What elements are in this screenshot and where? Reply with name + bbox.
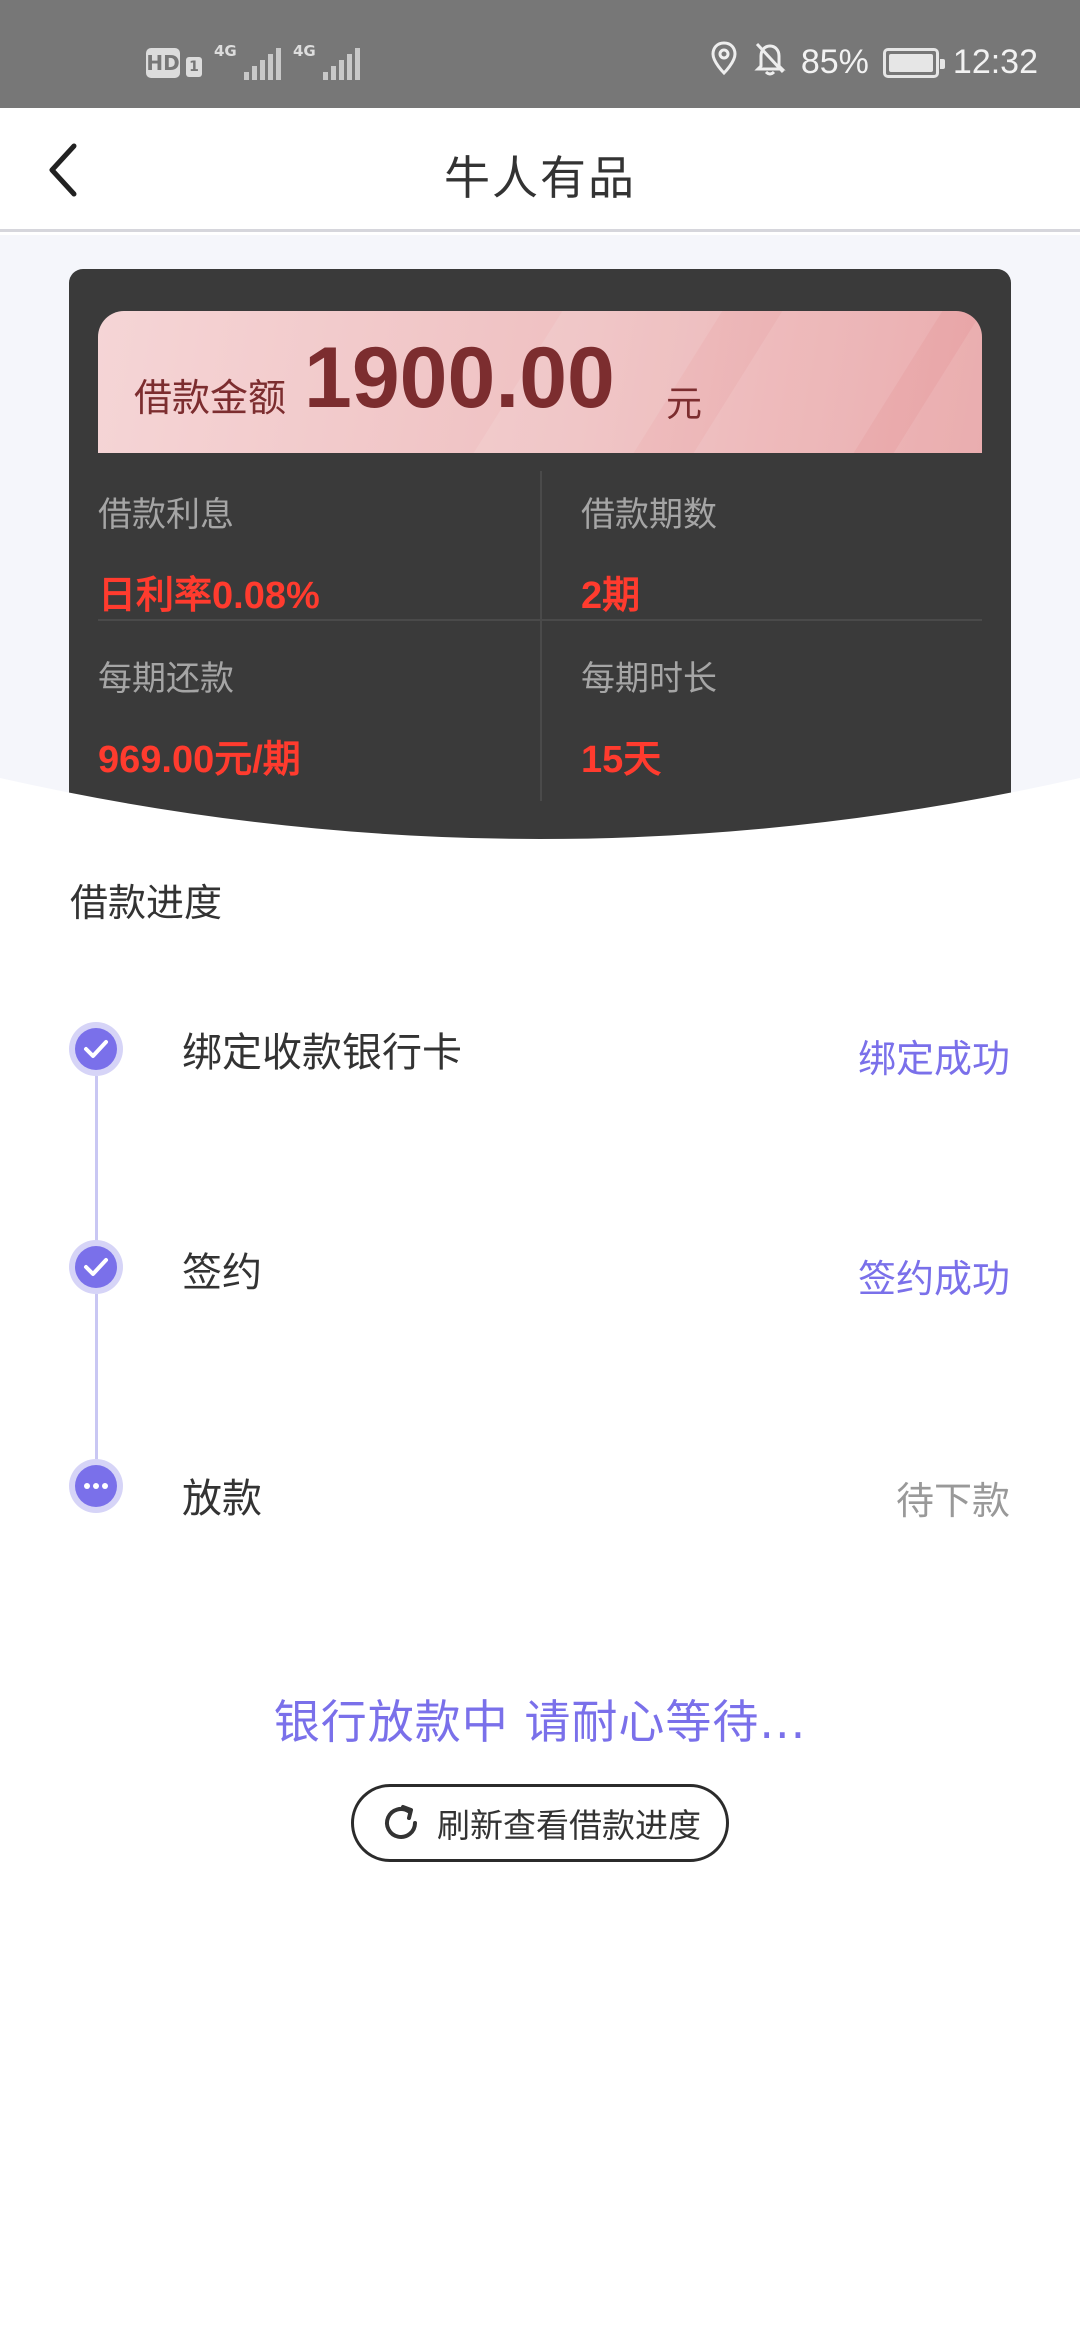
status-bar: HD 1 4G 4G 85% 12:32 <box>0 0 1080 108</box>
signal-2-icon: 4G <box>293 42 360 80</box>
check-icon <box>84 1258 108 1276</box>
periods-value: 2期 <box>581 575 641 617</box>
refresh-icon <box>385 1805 417 1839</box>
step-title-sign: 签约 <box>182 1250 262 1296</box>
sim-1-badge: 1 <box>186 57 202 77</box>
battery-percent: 85% <box>800 43 869 81</box>
refresh-progress-button[interactable]: 刷新查看借款进度 <box>351 1784 729 1862</box>
step-title-bind-card: 绑定收款银行卡 <box>182 1030 462 1076</box>
step-status-disburse: 待下款 <box>895 1479 1010 1523</box>
amount-unit: 元 <box>666 384 703 425</box>
duration-label: 每期时长 <box>581 659 717 699</box>
periods-label: 借款期数 <box>581 495 717 535</box>
network-type-2: 4G <box>293 42 316 60</box>
card-divider-vertical <box>540 471 542 801</box>
step-status-sign: 签约成功 <box>857 1257 1010 1301</box>
step-done-indicator <box>69 1022 123 1076</box>
battery-icon <box>882 47 945 78</box>
network-type-1: 4G <box>214 42 237 60</box>
card-divider-horizontal <box>98 619 982 621</box>
step-status-bind-card: 绑定成功 <box>857 1037 1010 1081</box>
location-icon <box>709 40 739 85</box>
refresh-button-label: 刷新查看借款进度 <box>437 1806 701 1845</box>
timeline-connector <box>95 1294 98 1484</box>
amount-banner: 借款金额 1900.00 元 <box>98 311 982 453</box>
step-pending-indicator <box>69 1459 123 1513</box>
waiting-message: 银行放款中 请耐心等待... <box>273 1695 807 1749</box>
periods-cell: 借款期数 2期 <box>581 487 717 619</box>
progress-title: 借款进度 <box>70 881 223 925</box>
status-right: 85% 12:32 <box>709 40 1038 85</box>
hd-badge: HD <box>146 48 180 78</box>
amount-value: 1900.00 <box>304 330 615 426</box>
repay-label: 每期还款 <box>98 659 234 699</box>
step-title-disburse: 放款 <box>182 1476 262 1522</box>
interest-cell: 借款利息 日利率0.08% <box>98 487 320 619</box>
mute-bell-icon <box>753 40 787 85</box>
page-title: 牛人有品 <box>444 151 636 205</box>
step-done-indicator <box>69 1240 123 1294</box>
clock: 12:32 <box>952 43 1038 81</box>
signal-1-icon: 4G <box>214 42 281 80</box>
nav-bar: 牛人有品 <box>0 108 1080 232</box>
check-icon <box>84 1040 108 1058</box>
interest-value: 日利率0.08% <box>98 575 320 617</box>
status-left: HD 1 4G 4G <box>146 42 360 80</box>
timeline-connector <box>95 1076 98 1256</box>
interest-label: 借款利息 <box>98 495 234 535</box>
amount-label: 借款金额 <box>134 376 287 420</box>
curved-edge <box>0 778 1080 860</box>
more-dots-icon <box>84 1483 108 1489</box>
